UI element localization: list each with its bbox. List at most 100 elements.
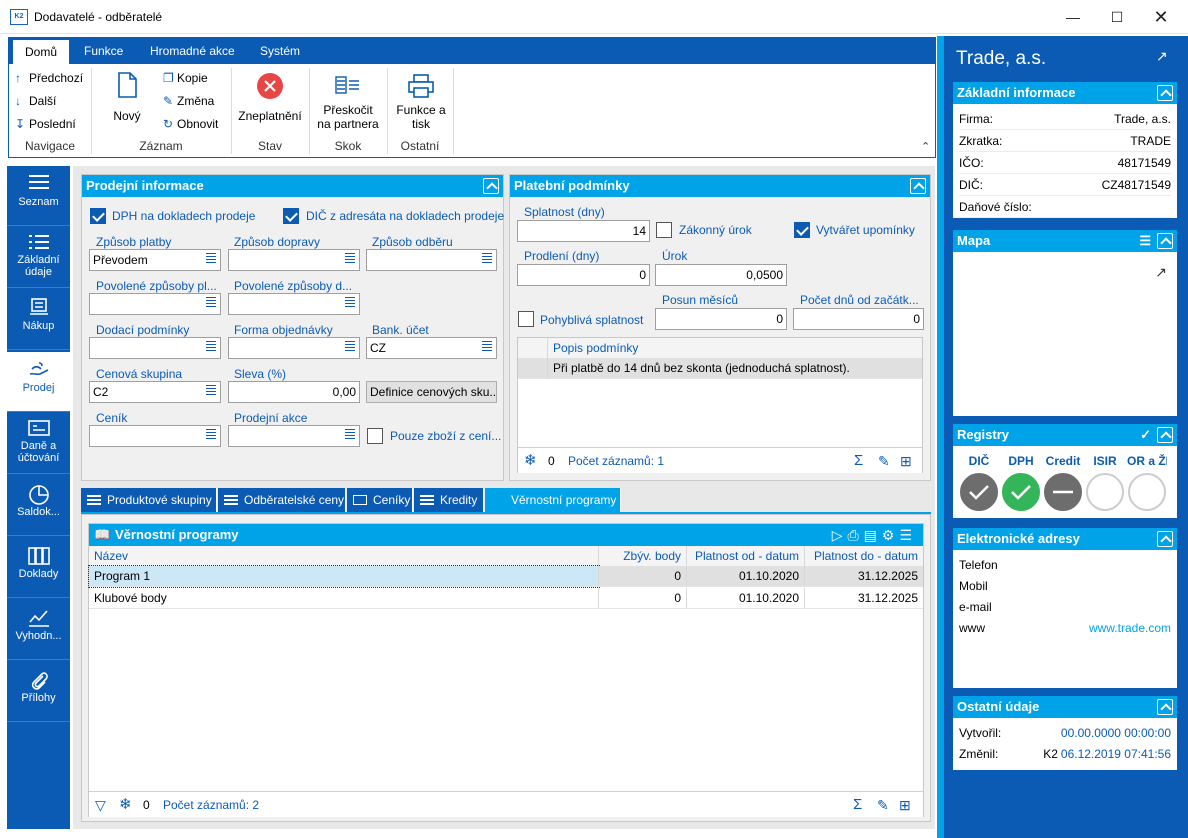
registry-or-zr-label: OR a ŽR	[1127, 454, 1167, 468]
column-header-platnost-od[interactable]: Platnost od - datum	[687, 546, 805, 566]
tab-produktove-skupiny[interactable]: Produktové skupiny	[81, 488, 217, 512]
vat-on-sales-checkbox[interactable]	[90, 208, 106, 224]
sum-icon[interactable]: Σ	[854, 448, 863, 474]
refresh-button[interactable]: ↻ Obnovit	[163, 114, 218, 134]
table-row-cell[interactable]: Program 1	[88, 565, 600, 588]
tab-domu[interactable]: Domů	[12, 39, 71, 64]
allowed-transports-select[interactable]	[228, 293, 360, 315]
price-group-select[interactable]: C2	[89, 381, 221, 403]
collapse-ribbon-icon[interactable]: ⌃	[921, 140, 930, 153]
order-form-select[interactable]	[228, 337, 360, 359]
nav-prilohy[interactable]: Přílohy	[7, 662, 70, 722]
tab-kredity[interactable]: Kredity	[414, 488, 484, 512]
open-external-icon[interactable]: ↗	[1156, 48, 1168, 65]
invalidate-button[interactable]: Zneplatnění	[235, 72, 305, 123]
collapse-chevron-icon[interactable]	[483, 178, 499, 194]
pencil-icon[interactable]: ✎	[878, 448, 890, 474]
tab-system[interactable]: Systém	[248, 39, 312, 64]
define-price-groups-button[interactable]: Definice cenových sku...	[366, 381, 497, 403]
table-row-cell[interactable]: Klubové body	[89, 588, 599, 609]
table-row-cell[interactable]: 0	[599, 588, 687, 609]
nav-prodej[interactable]: Prodej	[7, 352, 70, 412]
open-external-icon[interactable]: ↗	[1155, 264, 1167, 281]
pencil-icon[interactable]: ✎	[877, 792, 889, 818]
nav-zakladni-udaje[interactable]: Základní údaje	[7, 228, 70, 288]
registry-dph-check-icon[interactable]	[1002, 473, 1040, 511]
delivery-terms-select[interactable]	[89, 337, 221, 359]
close-button[interactable]: ✕	[1138, 0, 1184, 34]
sales-action-select[interactable]	[228, 425, 360, 447]
column-header-nazev[interactable]: Název	[89, 546, 599, 566]
vat-id-from-addressee-checkbox[interactable]	[283, 208, 299, 224]
tab-odberatelske-ceny[interactable]: Odběratelské ceny	[218, 488, 346, 512]
transport-method-select[interactable]	[228, 249, 360, 271]
functions-print-button[interactable]: Funkce a tisk	[391, 74, 451, 131]
days-from-start-input[interactable]: 0	[793, 308, 924, 330]
menu-icon[interactable]: ☰	[1139, 230, 1151, 252]
registry-credit-dash-icon[interactable]	[1044, 473, 1082, 511]
floating-due-checkbox[interactable]	[518, 311, 534, 327]
tab-ceniky[interactable]: Ceníky	[347, 488, 413, 512]
collapse-chevron-icon[interactable]	[1157, 85, 1173, 101]
registry-dic-check-icon[interactable]	[960, 473, 998, 511]
nav-seznam[interactable]: Seznam	[7, 166, 70, 226]
bank-account-select[interactable]: CZ	[366, 337, 497, 359]
website-link[interactable]: www.trade.com	[1089, 617, 1171, 639]
jump-to-partner-button[interactable]: Přeskočit na partnera	[313, 74, 383, 131]
snowflake-icon[interactable]: ❄	[119, 792, 132, 818]
column-header-zbyv-body[interactable]: Zbýv. body	[599, 546, 687, 566]
tab-vernostni-programy[interactable]: Věrnostní programy	[485, 488, 621, 512]
interest-input[interactable]: 0,0500	[655, 264, 787, 286]
previous-button[interactable]: ↑ Předchozí	[15, 68, 83, 88]
allowed-payments-select[interactable]	[89, 293, 221, 315]
collapse-chevron-icon[interactable]	[1157, 233, 1173, 249]
delay-days-input[interactable]: 0	[517, 264, 650, 286]
column-header-popis[interactable]: Popis podmínky	[548, 338, 922, 358]
copy-button[interactable]: ❐ Kopie	[163, 68, 208, 88]
table-row-cell[interactable]: 31.12.2025	[805, 588, 923, 609]
due-days-input[interactable]: 14	[517, 220, 650, 242]
check-circle-icon[interactable]: ✓	[1140, 424, 1151, 446]
row-selector[interactable]	[518, 358, 548, 379]
pickup-method-select[interactable]	[366, 249, 497, 271]
last-button[interactable]: ↧ Poslední	[15, 114, 76, 134]
nav-doklady[interactable]: Doklady	[7, 538, 70, 598]
splitter[interactable]	[937, 36, 944, 838]
nav-nakup[interactable]: Nákup	[7, 290, 70, 350]
table-row[interactable]: Při platbě do 14 dnů bez skonta (jednodu…	[548, 358, 922, 379]
snowflake-icon[interactable]: ❄	[524, 448, 537, 474]
filter-icon[interactable]: ▽	[95, 792, 106, 818]
month-shift-input[interactable]: 0	[655, 308, 787, 330]
add-record-icon[interactable]: ⊞	[899, 792, 911, 818]
sum-icon[interactable]: Σ	[853, 792, 862, 818]
nav-saldokonto[interactable]: Saldok...	[7, 476, 70, 536]
maximize-button[interactable]: ☐	[1094, 0, 1140, 34]
grid-toolbar[interactable]: ▷⎙▤⚙☰	[832, 524, 917, 546]
collapse-chevron-icon[interactable]	[1157, 531, 1173, 547]
table-row-cell[interactable]: 01.10.2020	[687, 566, 805, 587]
registry-isir-empty-icon[interactable]	[1086, 473, 1124, 511]
registry-or-zr-empty-icon[interactable]	[1128, 473, 1166, 511]
only-pricelist-goods-checkbox[interactable]	[367, 428, 383, 444]
table-row-cell[interactable]: 31.12.2025	[805, 566, 923, 587]
statutory-interest-checkbox[interactable]	[656, 222, 672, 238]
nav-vyhodnoceni[interactable]: Vyhodn...	[7, 600, 70, 660]
edit-button[interactable]: ✎ Změna	[163, 91, 214, 111]
minimize-button[interactable]: —	[1050, 0, 1096, 34]
table-row-cell[interactable]: 01.10.2020	[687, 588, 805, 609]
collapse-chevron-icon[interactable]	[1157, 699, 1173, 715]
tab-funkce[interactable]: Funkce	[72, 39, 135, 64]
create-reminders-checkbox[interactable]	[794, 222, 810, 238]
table-row-cell[interactable]: 0	[599, 566, 687, 587]
add-record-icon[interactable]: ⊞	[900, 448, 912, 474]
collapse-chevron-icon[interactable]	[1157, 427, 1173, 443]
column-header-platnost-do[interactable]: Platnost do - datum	[805, 546, 923, 566]
new-button[interactable]: Nový	[105, 72, 149, 123]
next-button[interactable]: ↓ Další	[15, 91, 56, 111]
nav-dane-ucetnictvi[interactable]: Daně a účtování	[7, 414, 70, 474]
payment-method-select[interactable]: Převodem	[89, 249, 221, 271]
price-list-select[interactable]	[89, 425, 221, 447]
collapse-chevron-icon[interactable]	[910, 178, 926, 194]
tab-hromadne-akce[interactable]: Hromadné akce	[138, 39, 247, 64]
discount-input[interactable]: 0,00	[228, 381, 360, 403]
